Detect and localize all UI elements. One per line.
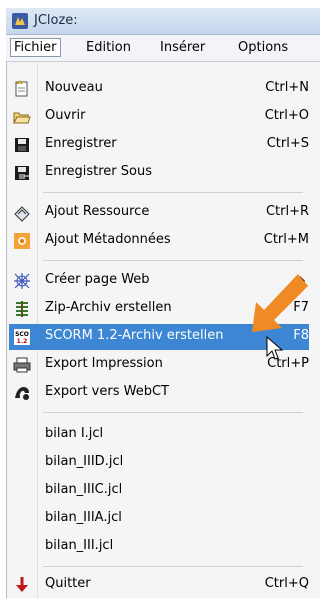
menu-item-shortcut: Ctrl+R xyxy=(265,204,309,219)
recent-file-item[interactable]: bilan_IIID.jcl xyxy=(9,450,309,476)
menu-fichier[interactable]: Fichier xyxy=(10,38,61,57)
menu-item-shortcut: Ctrl+N xyxy=(265,80,309,95)
menu-item-label: Enregistrer xyxy=(45,136,117,151)
separator xyxy=(43,260,303,261)
menu-item-shortcut: Ctrl+O xyxy=(264,108,309,123)
menu-item-nouveau[interactable]: Nouveau Ctrl+N xyxy=(9,76,309,102)
menu-item-label: Export vers WebCT xyxy=(45,384,169,399)
menu-item-enregistrer-sous[interactable]: Enregistrer Sous xyxy=(9,160,309,186)
menu-item-label: bilan_IIID.jcl xyxy=(45,454,124,469)
menu-item-shortcut: Ctrl+M xyxy=(263,232,309,247)
scorm-icon: SCO 1.2 xyxy=(14,329,30,345)
separator xyxy=(43,192,303,193)
app-logo-icon xyxy=(12,13,28,29)
menu-item-export-impression[interactable]: Export Impression Ctrl+P xyxy=(9,352,309,378)
menu-item-label: bilan_IIIA.jcl xyxy=(45,510,122,525)
svg-text:1.2: 1.2 xyxy=(17,338,28,345)
menu-item-shortcut: Ctrl+S xyxy=(266,136,309,151)
print-icon xyxy=(13,357,31,373)
menu-item-shortcut: Ctrl+Q xyxy=(264,576,309,591)
menu-edition[interactable]: Edition xyxy=(82,39,135,56)
svg-text:SCO: SCO xyxy=(15,331,29,338)
menu-item-label: Quitter xyxy=(45,576,91,591)
recent-file-item[interactable]: bilan_IIIA.jcl xyxy=(9,506,309,532)
menu-item-ajout-ressource[interactable]: Ajout Ressource Ctrl+R xyxy=(9,200,309,226)
save-as-icon xyxy=(15,166,29,180)
menu-item-label: Ouvrir xyxy=(45,108,86,123)
menu-item-label: Enregistrer Sous xyxy=(45,164,152,179)
window-title: JCloze: xyxy=(34,13,78,28)
new-document-icon xyxy=(15,80,28,97)
mouse-cursor-icon xyxy=(266,336,284,360)
zip-icon xyxy=(16,301,28,317)
menu-options[interactable]: Options xyxy=(234,39,292,56)
resource-icon xyxy=(14,206,30,222)
menu-item-label: bilan_III.jcl xyxy=(45,538,114,553)
web-page-icon xyxy=(14,273,30,289)
menu-item-ajout-metadonnees[interactable]: Ajout Métadonnées Ctrl+M xyxy=(9,228,309,254)
recent-file-item[interactable]: bilan_IIIC.jcl xyxy=(9,478,309,504)
exit-icon xyxy=(16,577,28,592)
recent-file-item[interactable]: bilan I.jcl xyxy=(9,422,309,448)
menu-item-enregistrer[interactable]: Enregistrer Ctrl+S xyxy=(9,132,309,158)
menu-item-label: Ajout Ressource xyxy=(45,204,150,219)
menu-inserer[interactable]: Insérer xyxy=(156,39,209,56)
separator xyxy=(43,566,303,567)
menu-bar: Fichier Edition Insérer Options xyxy=(6,35,320,62)
menu-item-quitter[interactable]: Quitter Ctrl+Q xyxy=(9,572,309,598)
application-window: JCloze: Fichier Edition Insérer Options … xyxy=(0,0,320,598)
recent-file-item[interactable]: bilan_III.jcl xyxy=(9,534,309,560)
menu-item-ouvrir[interactable]: Ouvrir Ctrl+O xyxy=(9,104,309,130)
menu-item-label: Export Impression xyxy=(45,356,163,371)
menu-item-label: bilan I.jcl xyxy=(45,426,104,441)
menu-item-label: bilan_IIIC.jcl xyxy=(45,482,123,497)
menu-item-export-webct[interactable]: Export vers WebCT xyxy=(9,380,309,406)
metadata-icon xyxy=(14,233,30,249)
title-bar: JCloze: xyxy=(6,8,320,35)
open-folder-icon xyxy=(13,112,31,124)
menu-item-label: SCORM 1.2-Archiv erstellen xyxy=(45,328,224,343)
menu-item-label: Ajout Métadonnées xyxy=(45,232,171,247)
menu-item-label: Nouveau xyxy=(45,80,103,95)
webct-icon xyxy=(15,387,29,400)
separator xyxy=(43,412,303,413)
menu-item-label: Zip-Archiv erstellen xyxy=(45,300,172,315)
menu-item-label: Créer page Web xyxy=(45,272,150,287)
save-disk-icon xyxy=(15,138,29,152)
